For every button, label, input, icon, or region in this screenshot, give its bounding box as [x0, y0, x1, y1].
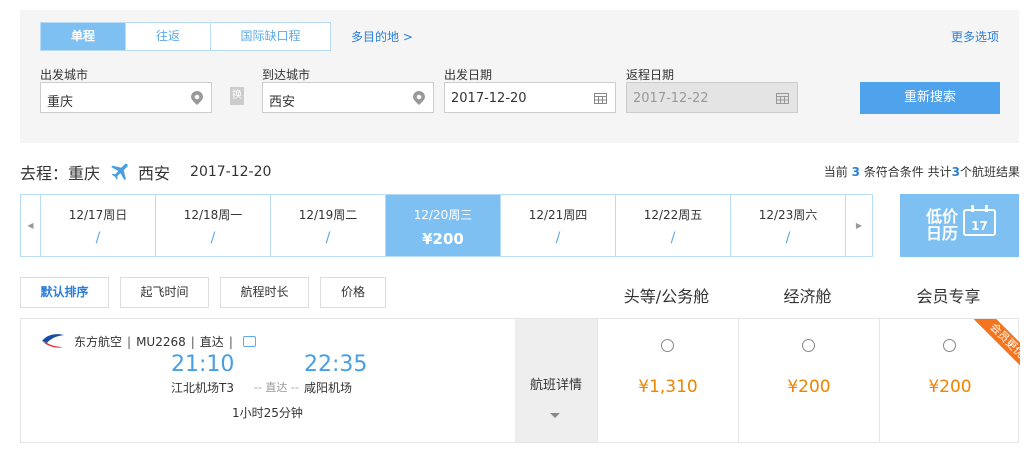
route-date: 2017-12-20	[190, 164, 272, 180]
flight-info: 东方航空 | MU2268 | 直达 |	[74, 333, 256, 350]
flight-details-button[interactable]: 航班详情	[515, 319, 597, 442]
depart-date-label: 出发日期	[444, 68, 493, 82]
date-label: 12/17周日	[68, 208, 128, 222]
depart-city-value: 重庆	[47, 95, 74, 110]
arrive-city-field[interactable]: 西安	[262, 82, 434, 113]
result-count-current: 3	[851, 165, 860, 179]
next-dates-arrow[interactable]: ▶	[846, 195, 872, 256]
date-label: 12/19周二	[298, 208, 358, 222]
arrival-time: 22:35	[304, 352, 368, 377]
location-pin-icon	[191, 91, 203, 105]
date-price: /	[325, 230, 331, 246]
sort-departure-button[interactable]: 起飞时间	[120, 277, 209, 308]
fare-member: ¥200 会员更优	[879, 319, 1020, 442]
arrive-city-label: 到达城市	[262, 68, 311, 82]
date-cell[interactable]: 12/18周一 /	[156, 195, 271, 256]
date-label: 12/21周四	[528, 208, 588, 222]
date-price: /	[785, 230, 791, 246]
sort-price-button[interactable]: 价格	[320, 277, 386, 308]
multi-destination-link[interactable]: 多目的地 >	[351, 28, 413, 45]
china-eastern-logo-icon	[42, 334, 64, 348]
return-date-value: 2017-12-22	[633, 91, 709, 106]
departure-time: 21:10	[171, 352, 235, 377]
sort-duration-button[interactable]: 航程时长	[220, 277, 309, 308]
result-count-middle: 条符合条件 共计	[859, 165, 952, 179]
prev-dates-arrow[interactable]: ◀	[21, 195, 41, 256]
arrive-city-value: 西安	[269, 95, 296, 110]
more-options-link[interactable]: 更多选项	[951, 28, 999, 45]
search-panel: 单程 往返 国际缺口程 多目的地 > 更多选项 出发城市 重庆 换 到达城市 西…	[20, 10, 1019, 143]
result-count: 当前 3 条符合条件 共计3个航班结果	[824, 163, 1020, 180]
date-cell-selected[interactable]: 12/20周三 ¥200	[386, 195, 501, 256]
arrival-airport: 咸阳机场	[304, 381, 353, 395]
depart-city-label: 出发城市	[40, 68, 89, 82]
column-first-class: 头等/公务舱	[623, 287, 710, 306]
column-economy: 经济舱	[783, 287, 832, 306]
calendar-day: 17	[971, 219, 988, 233]
calendar-icon	[776, 93, 789, 104]
date-label: 12/22周五	[643, 208, 703, 222]
date-price: /	[210, 230, 216, 246]
depart-city-field[interactable]: 重庆	[40, 82, 212, 113]
route-destination: 西安	[138, 164, 171, 183]
date-cell[interactable]: 12/23周六 /	[731, 195, 846, 256]
column-member: 会员专享	[916, 287, 981, 306]
return-date-label: 返程日期	[626, 68, 675, 82]
depart-date-value: 2017-12-20	[451, 91, 527, 106]
date-cell[interactable]: 12/17周日 /	[41, 195, 156, 256]
fare-radio[interactable]	[943, 339, 956, 352]
calendar-icon: 17	[963, 205, 996, 236]
flight-duration: 1小时25分钟	[232, 406, 303, 420]
meal-icon	[242, 336, 256, 347]
date-price: /	[670, 230, 676, 246]
low-price-calendar-label: 低价日历	[926, 207, 959, 243]
tab-open-jaw[interactable]: 国际缺口程	[211, 23, 330, 50]
date-price: /	[555, 230, 561, 246]
location-pin-icon	[413, 91, 425, 105]
calendar-icon	[594, 93, 607, 104]
result-count-total: 3	[951, 165, 960, 179]
low-price-calendar-button[interactable]: 低价日历 17	[900, 194, 1019, 257]
member-ribbon-label: 会员更优	[973, 319, 1020, 375]
fare-economy: ¥200	[738, 319, 879, 442]
route-origin: 去程：重庆	[20, 164, 101, 183]
flight-details-label: 航班详情	[529, 378, 582, 393]
fare-price: ¥200	[928, 377, 972, 397]
sort-default-button[interactable]: 默认排序	[20, 277, 109, 308]
direct-indicator: -- 直达 --	[254, 381, 299, 394]
date-price: ¥200	[422, 230, 464, 248]
date-cell[interactable]: 12/19周二 /	[271, 195, 386, 256]
flight-number: MU2268	[136, 335, 186, 349]
date-label: 12/23周六	[758, 208, 818, 222]
fare-first-class: ¥1,310	[597, 319, 738, 442]
fare-radio[interactable]	[661, 339, 674, 352]
swap-cities-button[interactable]: 换	[230, 87, 244, 105]
depart-date-field[interactable]: 2017-12-20	[444, 82, 616, 113]
fare-price: ¥200	[787, 377, 831, 397]
date-price: /	[95, 230, 101, 246]
result-count-prefix: 当前	[823, 165, 852, 179]
date-cell[interactable]: 12/21周四 /	[501, 195, 616, 256]
date-strip: ◀ 12/17周日 / 12/18周一 / 12/19周二 / 12/20周三 ¥200…	[20, 194, 873, 257]
route-summary: 去程：重庆 西安 2017-12-20	[20, 160, 271, 184]
airline-name: 东方航空	[74, 335, 123, 349]
search-button[interactable]: 重新搜索	[860, 82, 1000, 114]
fare-price: ¥1,310	[638, 377, 698, 397]
tab-round-trip[interactable]: 往返	[126, 23, 211, 50]
return-date-field[interactable]: 2017-12-22	[626, 82, 798, 113]
fare-radio[interactable]	[802, 339, 815, 352]
chevron-down-icon	[550, 413, 560, 418]
tab-one-way[interactable]: 单程	[41, 23, 126, 50]
member-ribbon: 会员更优	[964, 319, 1020, 375]
departure-airport: 江北机场T3	[171, 381, 234, 395]
flight-row: 东方航空 | MU2268 | 直达 | 21:10 22:35 江北机场T3 -- 直达…	[20, 318, 1020, 443]
date-label: 12/20周三	[413, 208, 473, 222]
trip-type-tabs: 单程 往返 国际缺口程	[40, 22, 331, 51]
date-cell[interactable]: 12/22周五 /	[616, 195, 731, 256]
airplane-icon	[111, 163, 128, 181]
flight-type: 直达	[199, 335, 224, 349]
result-count-suffix: 个航班结果	[959, 165, 1020, 179]
date-label: 12/18周一	[183, 208, 243, 222]
